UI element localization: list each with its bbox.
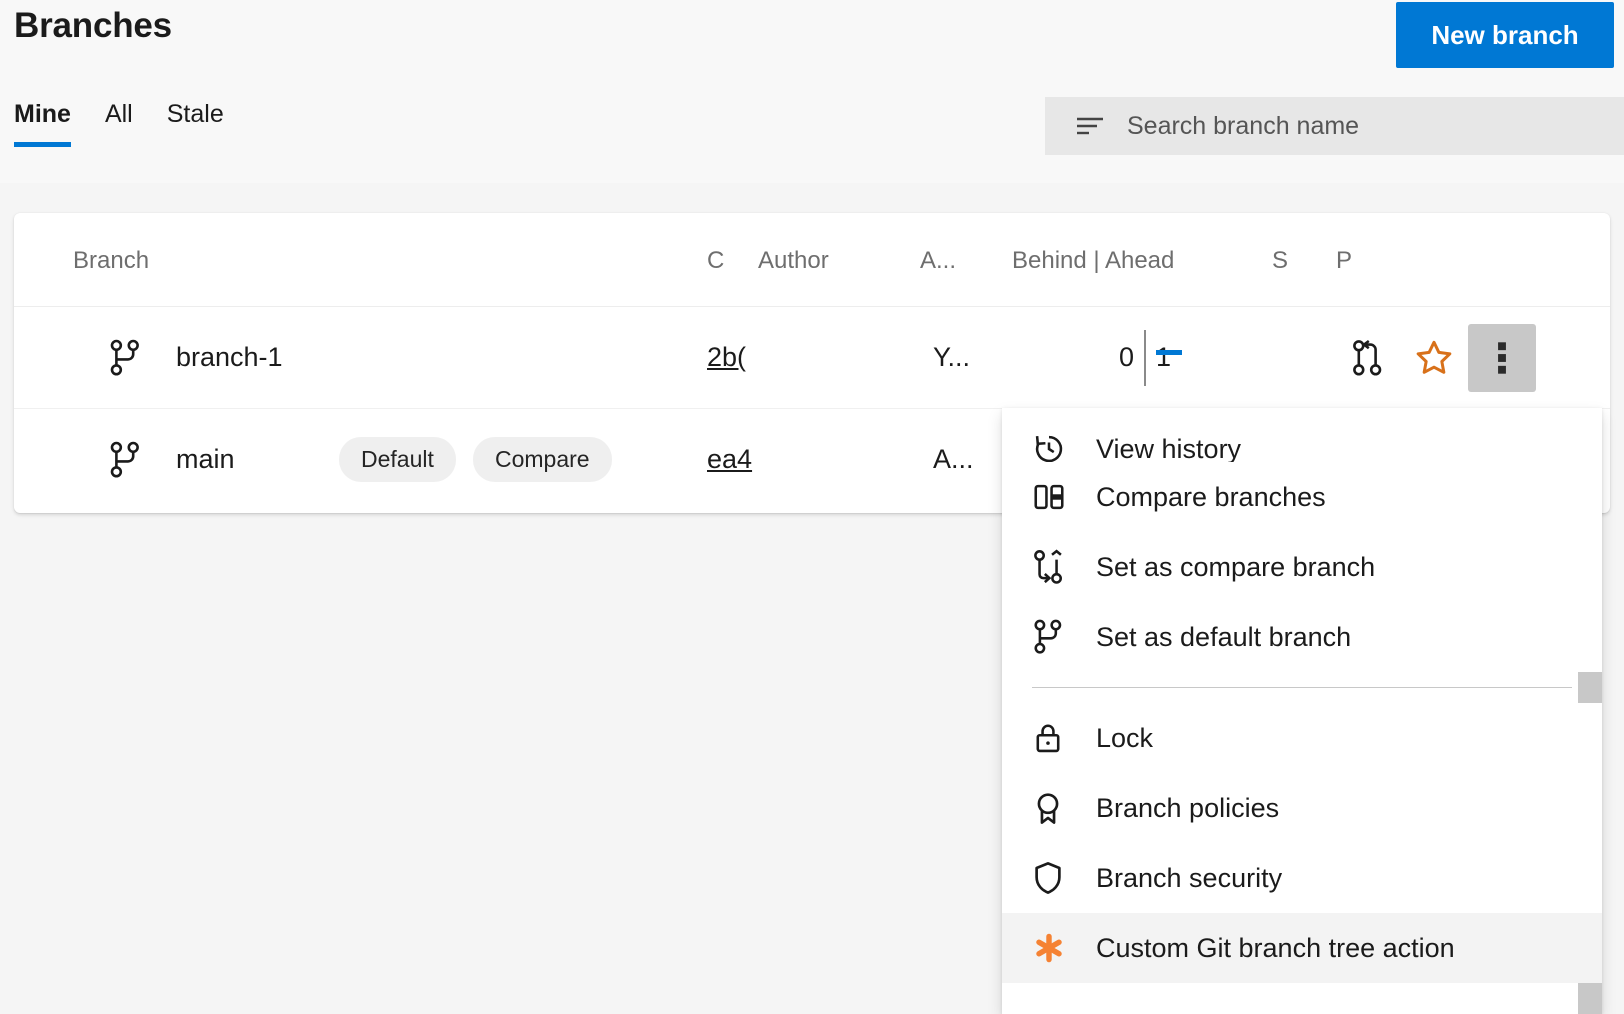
menu-item-lock[interactable]: Lock <box>1002 703 1602 773</box>
policy-ribbon-icon <box>1032 790 1078 826</box>
lock-icon <box>1032 721 1078 755</box>
branch-filter-tabs: Mine All Stale <box>14 100 224 147</box>
menu-item-label: Custom Git branch tree action <box>1096 933 1455 964</box>
branch-context-menu: View history Compare branches Set as com… <box>1002 408 1602 1014</box>
menu-item-label: Lock <box>1096 723 1153 754</box>
column-header-commit[interactable]: C <box>707 247 724 275</box>
column-header-status[interactable]: S <box>1272 247 1288 275</box>
menu-item-custom-git-branch-tree-action[interactable]: Custom Git branch tree action <box>1002 913 1602 983</box>
authored-date: Y... <box>933 307 970 408</box>
set-compare-branch-icon <box>1032 549 1078 585</box>
column-header-authored-date[interactable]: A... <box>920 247 956 275</box>
table-header-row: Branch C Author A... Behind | Ahead S P <box>14 213 1610 307</box>
menu-item-label: Set as default branch <box>1096 622 1351 653</box>
branch-icon <box>110 409 142 510</box>
more-actions-button[interactable] <box>1468 324 1536 392</box>
shield-icon <box>1032 860 1078 896</box>
menu-item-set-default-branch[interactable]: Set as default branch <box>1002 602 1602 672</box>
menu-item-label: Set as compare branch <box>1096 552 1375 583</box>
table-row[interactable]: branch-1 2b( Y... 0 1 <box>14 307 1610 409</box>
menu-item-set-compare-branch[interactable]: Set as compare branch <box>1002 532 1602 602</box>
new-branch-button[interactable]: New branch <box>1396 2 1614 68</box>
compare-branches-icon <box>1032 480 1078 514</box>
menu-item-label: View history <box>1096 438 1241 462</box>
branch-name[interactable]: branch-1 <box>176 307 283 408</box>
asterisk-icon <box>1032 931 1078 965</box>
column-header-pr[interactable]: P <box>1336 247 1352 275</box>
default-badge[interactable]: Default <box>339 437 456 482</box>
branch-name[interactable]: main <box>176 409 235 510</box>
column-header-author[interactable]: Author <box>758 247 829 275</box>
column-header-branch[interactable]: Branch <box>73 247 149 275</box>
menu-item-view-history[interactable]: View history <box>1002 408 1602 462</box>
authored-date: A... <box>933 409 974 510</box>
search-branch-box[interactable] <box>1045 97 1624 155</box>
menu-item-label: Compare branches <box>1096 482 1326 513</box>
favorite-star-icon[interactable] <box>1406 330 1462 386</box>
commit-link[interactable]: 2b( <box>707 342 746 373</box>
menu-item-label: Branch security <box>1096 863 1282 894</box>
branch-icon <box>110 307 142 408</box>
set-default-branch-icon <box>1032 619 1078 655</box>
compare-badge[interactable]: Compare <box>473 437 612 482</box>
menu-item-branch-security[interactable]: Branch security <box>1002 843 1602 913</box>
search-input[interactable] <box>1125 111 1609 142</box>
ahead-count: 1 <box>1156 342 1196 373</box>
commit-link[interactable]: ea4 <box>707 444 752 475</box>
column-header-behind-ahead[interactable]: Behind | Ahead <box>1012 247 1174 275</box>
page-header: Branches New branch Mine All Stale <box>0 0 1624 183</box>
behind-ahead-divider <box>1144 330 1146 386</box>
menu-item-branch-policies[interactable]: Branch policies <box>1002 773 1602 843</box>
tab-stale[interactable]: Stale <box>167 100 224 147</box>
page-title: Branches <box>14 6 172 46</box>
menu-separator <box>1032 687 1572 688</box>
filter-icon <box>1075 115 1105 137</box>
behind-count: 0 <box>1092 342 1134 373</box>
menu-item-compare-branches[interactable]: Compare branches <box>1002 462 1602 532</box>
ahead-bar <box>1156 350 1182 355</box>
tab-all[interactable]: All <box>105 100 133 147</box>
behind-ahead-indicator: 0 1 <box>1092 307 1196 408</box>
menu-item-label: Branch policies <box>1096 793 1279 824</box>
pull-request-icon[interactable] <box>1340 330 1396 386</box>
tab-mine[interactable]: Mine <box>14 100 71 147</box>
history-icon <box>1032 432 1078 462</box>
